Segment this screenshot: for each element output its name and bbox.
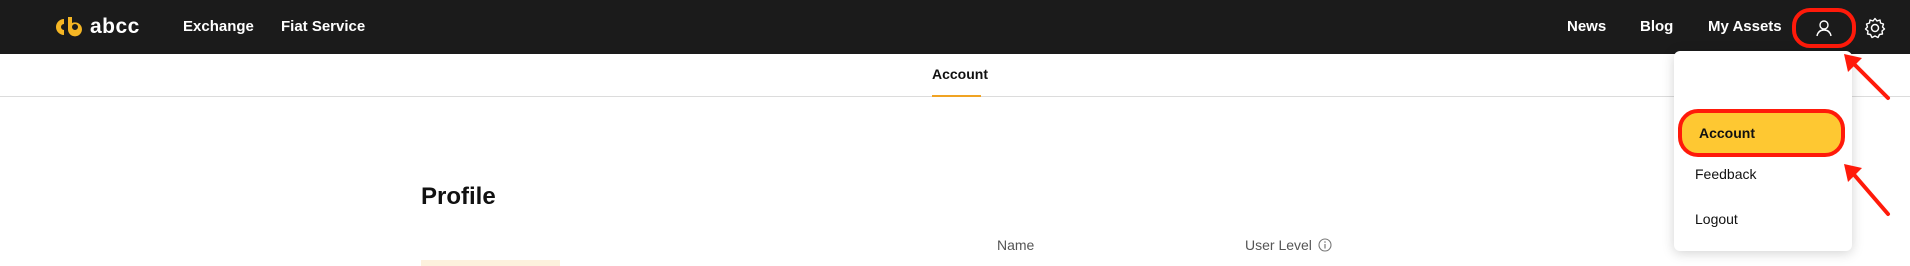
user-icon bbox=[1816, 20, 1832, 37]
active-tab-indicator bbox=[932, 95, 981, 97]
nav-blog[interactable]: Blog bbox=[1640, 18, 1673, 35]
tab-account[interactable]: Account bbox=[932, 66, 988, 82]
annotation-arrow-account bbox=[1844, 164, 1890, 216]
dropdown-item-account[interactable]: Account bbox=[1678, 109, 1845, 157]
dropdown-item-logout[interactable]: Logout bbox=[1674, 199, 1852, 239]
abcc-logo-icon bbox=[56, 17, 82, 37]
annotation-arrow-user bbox=[1844, 54, 1890, 100]
info-icon[interactable] bbox=[1318, 238, 1332, 252]
top-navbar: abcc Exchange Fiat Service News Blog My … bbox=[0, 0, 1910, 54]
nav-fiat-service[interactable]: Fiat Service bbox=[281, 18, 365, 35]
name-label: Name bbox=[997, 237, 1035, 253]
user-dropdown-menu: Account Feedback Logout bbox=[1674, 51, 1852, 251]
user-level-label: User Level bbox=[1245, 237, 1312, 253]
user-level-label-group: User Level bbox=[1245, 237, 1332, 253]
settings-button[interactable] bbox=[1862, 15, 1888, 41]
gear-icon bbox=[1864, 17, 1886, 39]
nav-news[interactable]: News bbox=[1567, 18, 1606, 35]
user-menu-button[interactable] bbox=[1792, 8, 1856, 48]
page-title: Profile bbox=[421, 183, 496, 210]
nav-exchange[interactable]: Exchange bbox=[183, 18, 254, 35]
dropdown-item-feedback[interactable]: Feedback bbox=[1674, 154, 1852, 194]
nav-my-assets[interactable]: My Assets bbox=[1708, 18, 1782, 35]
logo-text: abcc bbox=[90, 15, 140, 38]
abcc-logo[interactable]: abcc bbox=[54, 15, 140, 39]
profile-tab-highlight bbox=[421, 260, 560, 266]
